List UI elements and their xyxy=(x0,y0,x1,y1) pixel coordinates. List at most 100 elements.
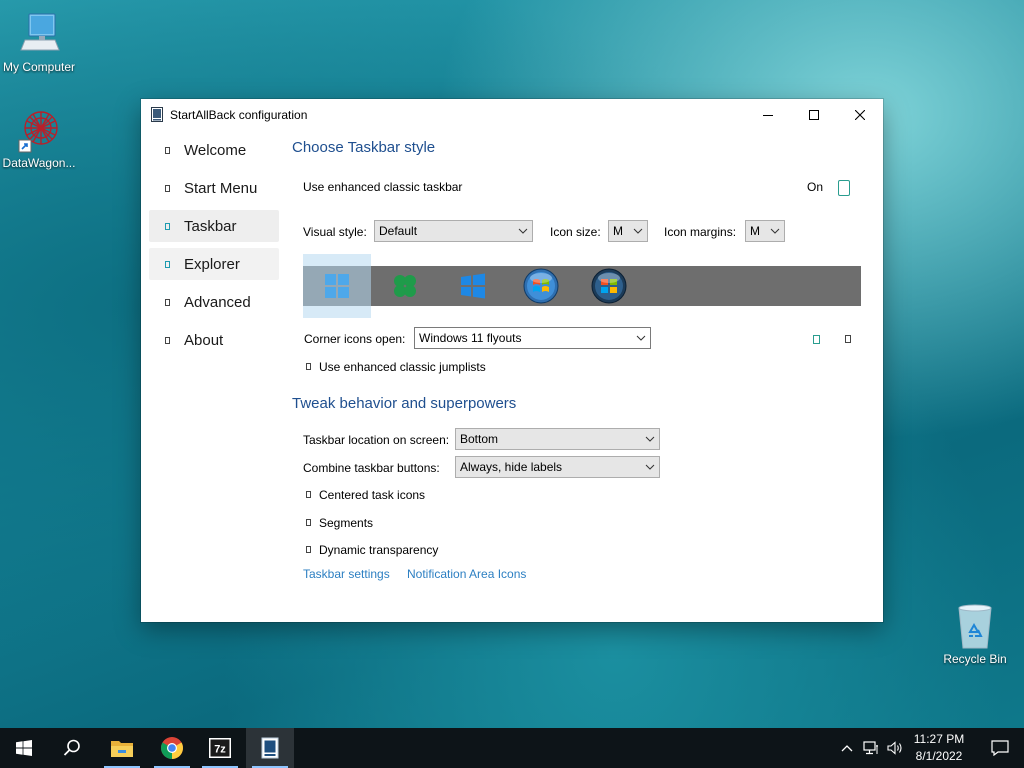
chevron-down-icon xyxy=(766,228,784,234)
icon-margins-dropdown[interactable]: M xyxy=(745,220,785,242)
network-button[interactable] xyxy=(860,728,882,768)
combine-buttons-value: Always, hide labels xyxy=(460,460,563,474)
close-button[interactable] xyxy=(837,99,883,130)
nav-item-explorer[interactable]: Explorer xyxy=(149,248,279,280)
section-heading-tweak-behavior: Tweak behavior and superpowers xyxy=(292,395,517,412)
taskbar-location-label: Taskbar location on screen: xyxy=(303,433,450,447)
nav-item-taskbar[interactable]: Taskbar xyxy=(149,210,279,242)
start-icon xyxy=(16,740,32,756)
taskbar-7zip[interactable]: 7z xyxy=(196,728,244,768)
nav-item-label: Taskbar xyxy=(184,217,237,235)
startallback-window: StartAllBack configuration Welcome Start… xyxy=(141,99,883,622)
icon-size-label: Icon size: xyxy=(550,225,601,239)
close-icon xyxy=(855,109,865,120)
visual-style-value: Default xyxy=(379,224,418,238)
centered-icons-label: Centered task icons xyxy=(319,488,426,502)
taskbar-location-dropdown[interactable]: Bottom xyxy=(455,428,660,450)
jumplists-checkbox[interactable] xyxy=(306,363,311,370)
title-bar[interactable]: StartAllBack configuration xyxy=(141,99,883,130)
icon-margins-value: M xyxy=(750,224,760,238)
7zip-icon: 7z xyxy=(209,738,231,758)
desktop-icon-label: DataWagon... xyxy=(2,156,76,170)
chrome-icon xyxy=(161,737,183,759)
start-button[interactable] xyxy=(0,728,48,768)
chevron-down-icon xyxy=(641,436,659,442)
startallback-icon xyxy=(151,107,163,122)
startallback-icon xyxy=(261,737,279,759)
combine-buttons-label: Combine taskbar buttons: xyxy=(303,461,440,475)
corner-option-2-checkbox[interactable] xyxy=(845,335,851,343)
maximize-icon xyxy=(809,109,819,120)
nav-item-start-menu[interactable]: Start Menu xyxy=(149,172,279,204)
clover-icon xyxy=(394,275,416,297)
corner-icons-label: Corner icons open: xyxy=(304,332,406,346)
file-explorer-icon xyxy=(111,741,133,757)
recycle-bin-icon xyxy=(951,602,999,650)
taskbar-chrome[interactable] xyxy=(148,728,196,768)
search-button[interactable] xyxy=(48,728,96,768)
taskbar-file-explorer[interactable] xyxy=(98,728,146,768)
corner-icons-value: Windows 11 flyouts xyxy=(419,331,522,345)
windows-7-orb-icon xyxy=(523,268,559,304)
combine-buttons-dropdown[interactable]: Always, hide labels xyxy=(455,456,660,478)
svg-text:7z: 7z xyxy=(214,744,226,756)
enhanced-taskbar-toggle[interactable] xyxy=(838,180,850,196)
volume-button[interactable] xyxy=(884,728,906,768)
taskbar-style-preview xyxy=(303,254,861,318)
desktop-icon-datawagon[interactable]: DataWagon... xyxy=(0,106,81,170)
icon-size-dropdown[interactable]: M xyxy=(608,220,648,242)
nav-item-advanced[interactable]: Advanced xyxy=(149,286,279,318)
network-icon xyxy=(863,741,878,755)
notification-area-icons-link[interactable]: Notification Area Icons xyxy=(407,567,526,581)
taskbar: 7z 11:27 PM 8/1/2022 xyxy=(0,728,1024,768)
desktop-icon-label: Recycle Bin xyxy=(943,652,1007,666)
action-center-button[interactable] xyxy=(976,728,1024,768)
notification-icon xyxy=(991,740,1009,756)
taskbar-location-value: Bottom xyxy=(460,432,499,446)
enhanced-taskbar-state: On xyxy=(807,180,824,194)
bullet-icon xyxy=(165,146,170,154)
enhanced-taskbar-label: Use enhanced classic taskbar xyxy=(303,180,463,194)
maximize-button[interactable] xyxy=(791,99,837,130)
nav-item-about[interactable]: About xyxy=(149,324,279,356)
clock[interactable]: 11:27 PM 8/1/2022 xyxy=(906,732,972,763)
bullet-icon xyxy=(165,222,170,230)
nav-item-label: Explorer xyxy=(184,255,240,273)
clock-time: 11:27 PM xyxy=(913,732,965,746)
computer-icon xyxy=(15,10,63,58)
visual-style-dropdown[interactable]: Default xyxy=(374,220,533,242)
taskbar-settings-link[interactable]: Taskbar settings xyxy=(303,567,390,581)
clock-date: 8/1/2022 xyxy=(915,749,963,763)
segments-checkbox[interactable] xyxy=(306,519,311,526)
windows-vista-orb-icon xyxy=(591,268,627,304)
chevron-up-icon xyxy=(841,745,853,752)
style-option-windows-10[interactable] xyxy=(439,266,507,306)
bullet-icon xyxy=(165,260,170,268)
desktop-icon-recycle-bin[interactable]: Recycle Bin xyxy=(933,602,1017,666)
minimize-button[interactable] xyxy=(745,99,791,130)
style-option-windows-7[interactable] xyxy=(507,266,575,306)
dynamic-transparency-label: Dynamic transparency xyxy=(319,543,439,557)
nav-item-welcome[interactable]: Welcome xyxy=(149,134,279,166)
sidebar-nav: Welcome Start Menu Taskbar Explorer Adva… xyxy=(149,134,279,362)
tray-overflow-button[interactable] xyxy=(836,728,858,768)
windows-10-icon xyxy=(461,273,485,299)
desktop-icon-label: My Computer xyxy=(2,60,76,74)
style-option-clover[interactable] xyxy=(371,266,439,306)
datawagon-icon xyxy=(15,106,63,154)
dynamic-transparency-checkbox[interactable] xyxy=(306,546,311,553)
bullet-icon xyxy=(165,184,170,192)
nav-item-label: Start Menu xyxy=(184,179,258,197)
centered-icons-checkbox[interactable] xyxy=(306,491,311,498)
visual-style-label: Visual style: xyxy=(303,225,367,239)
nav-item-label: About xyxy=(184,331,224,349)
taskbar-startallback[interactable] xyxy=(246,728,294,768)
search-icon xyxy=(63,739,80,756)
corner-icons-dropdown[interactable]: Windows 11 flyouts xyxy=(414,327,651,349)
nav-item-label: Advanced xyxy=(184,293,251,311)
corner-option-1-checkbox[interactable] xyxy=(813,335,820,344)
style-option-windows-vista[interactable] xyxy=(575,266,643,306)
desktop-icon-my-computer[interactable]: My Computer xyxy=(0,10,81,74)
windows-11-icon xyxy=(325,274,349,298)
style-option-windows-11[interactable] xyxy=(303,266,371,306)
